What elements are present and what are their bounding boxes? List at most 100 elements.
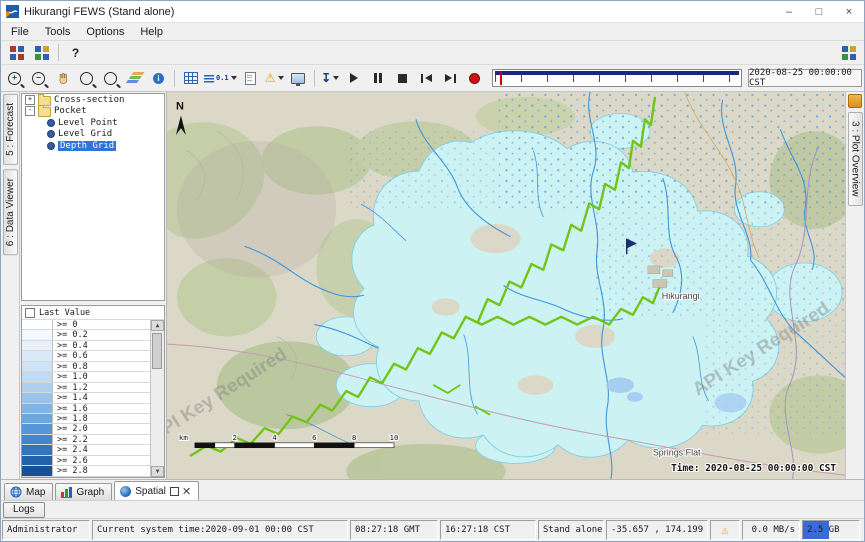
explorer-icon[interactable]: [837, 41, 860, 64]
map-time-label: Time: 2020-08-25 00:00:00 CST: [671, 463, 836, 474]
close-icon[interactable]: ×: [834, 1, 864, 22]
collapse-icon[interactable]: -: [25, 106, 35, 116]
menu-file[interactable]: File: [3, 25, 37, 39]
legend-swatch: [22, 404, 53, 413]
chart-icon: [61, 487, 72, 498]
toolbar-separator: [174, 70, 175, 87]
tab-forecast[interactable]: 5 : Forecast: [3, 94, 18, 165]
scroll-thumb[interactable]: [152, 333, 162, 369]
tab-map[interactable]: Map: [4, 483, 53, 500]
contour-value: 0.1: [216, 74, 229, 82]
legend-swatch: [22, 435, 53, 444]
legend-row: >= 2.6: [22, 456, 151, 466]
scale-tick: 2: [232, 433, 236, 442]
legend-label: >= 1.6: [53, 404, 88, 413]
legend-row: >= 3.0: [22, 477, 151, 478]
tab-data-viewer[interactable]: 6 : Data Viewer: [3, 169, 18, 255]
area-label: Springs Flat: [653, 448, 701, 458]
chevron-down-icon: [231, 76, 237, 80]
help-icon[interactable]: ?: [64, 41, 87, 64]
layers-icon[interactable]: [123, 67, 146, 90]
pause-button[interactable]: [367, 67, 390, 90]
tab-spatial-label: Spatial: [135, 486, 166, 497]
export-snapshot-button[interactable]: ↧: [319, 67, 342, 90]
profile-document-icon[interactable]: [239, 67, 262, 90]
maximize-icon[interactable]: □: [804, 1, 834, 22]
tree-item-level-point[interactable]: Level Point: [22, 117, 164, 129]
scroll-up-icon[interactable]: ▲: [151, 320, 164, 331]
status-warning-icon[interactable]: ⚠: [721, 524, 728, 536]
modifiers-icon[interactable]: [30, 41, 53, 64]
current-datetime: 2020-08-25 00:00:00 CST: [748, 69, 862, 87]
map-toolbar: + − i 0.1 ⚠ ↧ 2020-08-25 00:00:00 CST: [1, 65, 864, 92]
status-mode: Stand alone: [538, 520, 604, 540]
tab-plot-overview[interactable]: 3 : Plot Overview: [848, 112, 863, 206]
legend-scrollbar[interactable]: ▲ ▼: [150, 320, 164, 477]
application-window: Hikurangi FEWS (Stand alone) – □ × File …: [0, 0, 865, 542]
legend-label: >= 0.8: [53, 362, 88, 371]
menu-options[interactable]: Options: [78, 25, 132, 39]
status-system-time: Current system time:2020-09-01 00:00 CST: [92, 520, 348, 540]
node-dot-icon: [47, 119, 55, 127]
main-area: 5 : Forecast 6 : Data Viewer + Cross-sec…: [1, 92, 864, 479]
legend-row: >= 2.0: [22, 424, 151, 434]
grid-display-icon[interactable]: [179, 67, 202, 90]
left-tab-strip: 5 : Forecast 6 : Data Viewer: [1, 92, 20, 479]
pan-hand-icon[interactable]: [51, 67, 74, 90]
legend-title: Last Value: [39, 308, 90, 318]
stop-button[interactable]: [391, 67, 414, 90]
map-viewport[interactable]: Hikurangi Springs Flat API Key Required …: [167, 92, 845, 479]
legend-label: >= 2.0: [53, 424, 88, 433]
contour-settings-button[interactable]: 0.1: [203, 67, 238, 90]
app-icon: [6, 5, 19, 18]
status-user: Administrator: [2, 520, 90, 540]
zoom-out-icon[interactable]: −: [27, 67, 50, 90]
scroll-down-icon[interactable]: ▼: [151, 466, 164, 477]
animation-display-icon[interactable]: [287, 67, 310, 90]
plot-overview-icon[interactable]: [848, 94, 862, 108]
legend-header: Last Value: [22, 306, 164, 320]
right-tab-strip: 3 : Plot Overview: [845, 92, 864, 479]
zoom-rectangle-icon[interactable]: [75, 67, 98, 90]
toolbar-separator: [58, 44, 59, 61]
tree-item-cross-section[interactable]: + Cross-section: [22, 94, 164, 106]
node-dot-icon: [47, 130, 55, 138]
menu-help[interactable]: Help: [132, 25, 171, 39]
display-tab-bar: Map Graph Spatial: [1, 479, 864, 500]
logs-button[interactable]: Logs: [3, 502, 45, 518]
zoom-in-icon[interactable]: +: [3, 67, 26, 90]
node-dot-icon: [47, 142, 55, 150]
time-slider[interactable]: [492, 69, 742, 87]
legend-swatch: [22, 445, 53, 454]
tree-item-pocket[interactable]: - Pocket: [22, 106, 164, 118]
last-value-checkbox[interactable]: [25, 308, 35, 318]
minimize-icon[interactable]: –: [774, 1, 804, 22]
zoom-extent-icon[interactable]: [99, 67, 122, 90]
scale-tick: 10: [390, 433, 399, 442]
record-button[interactable]: [463, 67, 486, 90]
time-slider-cursor[interactable]: [500, 71, 502, 85]
menu-tools[interactable]: Tools: [37, 25, 79, 39]
data-viewer-panel: + Cross-section - Pocket Level Point Lev…: [20, 92, 167, 479]
thresholds-warning-button[interactable]: ⚠: [263, 67, 286, 90]
play-button[interactable]: [343, 67, 366, 90]
time-slider-ticks: [495, 75, 739, 82]
tab-graph[interactable]: Graph: [55, 483, 112, 500]
tree-item-level-grid[interactable]: Level Grid: [22, 129, 164, 141]
step-forward-button[interactable]: [439, 67, 462, 90]
legend-row: >= 0.6: [22, 351, 151, 361]
window-controls: – □ ×: [774, 1, 864, 22]
menu-bar: File Tools Options Help: [1, 23, 864, 41]
legend-row: >= 0.8: [22, 362, 151, 372]
step-back-button[interactable]: [415, 67, 438, 90]
info-icon[interactable]: i: [147, 67, 170, 90]
legend-list: >= 0 >= 0.2 >= 0.4 >= 0.6 >= 0.8 >= 1.0 …: [22, 320, 151, 477]
database-icon[interactable]: [5, 41, 28, 64]
detach-tab-icon[interactable]: [170, 487, 179, 496]
tree-item-depth-grid[interactable]: Depth Grid: [22, 140, 164, 152]
tab-spatial[interactable]: Spatial: [114, 481, 199, 500]
expand-icon[interactable]: +: [25, 95, 35, 105]
map-canvas[interactable]: Hikurangi Springs Flat API Key Required …: [167, 92, 845, 479]
close-tab-icon[interactable]: [183, 487, 191, 495]
legend-row: >= 1.2: [22, 383, 151, 393]
